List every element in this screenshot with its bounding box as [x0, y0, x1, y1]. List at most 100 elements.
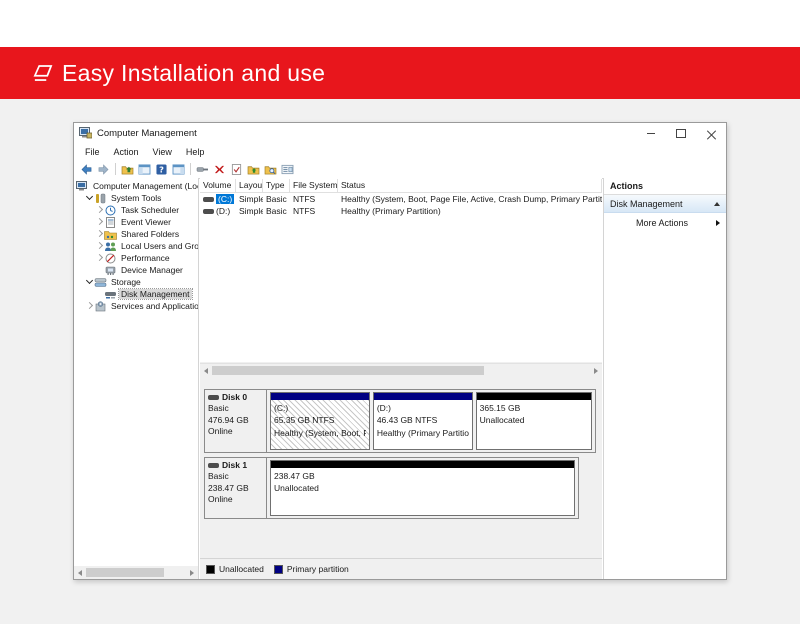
submenu-arrow-icon [716, 220, 720, 226]
menu-view[interactable]: View [146, 147, 179, 157]
partition-size: 365.15 GB [480, 402, 588, 414]
volume-layout: Simple [236, 194, 263, 204]
scroll-right-icon[interactable] [186, 566, 198, 579]
close-button[interactable] [696, 123, 726, 143]
minimize-icon [647, 133, 655, 134]
collapse-icon[interactable] [714, 202, 720, 206]
event-viewer-icon [104, 217, 117, 228]
more-actions-item[interactable]: More Actions [604, 213, 726, 231]
disk-1-label[interactable]: Disk 1 Basic 238.47 GB Online [205, 458, 267, 518]
banner-title: Easy Installation and use [62, 60, 325, 87]
console-tree-pane: Computer Management (Local System Tools … [74, 178, 199, 579]
menu-file[interactable]: File [78, 147, 107, 157]
help-icon[interactable]: ? [154, 162, 169, 176]
volume-status: Healthy (System, Boot, Page File, Active… [338, 194, 602, 204]
chevron-right-icon[interactable] [96, 242, 104, 250]
up-one-level-icon[interactable] [120, 162, 135, 176]
tree-item-system-tools[interactable]: System Tools [74, 192, 198, 204]
legend-label-primary: Primary partition [287, 564, 349, 574]
disk-size: 476.94 GB [208, 415, 263, 426]
forward-icon[interactable] [96, 162, 111, 176]
volume-file-system: NTFS [290, 194, 338, 204]
partition-status: Unallocated [274, 482, 571, 494]
volume-row-d[interactable]: (D:) Simple Basic NTFS Healthy (Primary … [200, 205, 602, 217]
chevron-right-icon[interactable] [96, 218, 104, 226]
storage-icon [94, 277, 107, 288]
minimize-button[interactable] [636, 123, 666, 143]
tree-item-event-viewer[interactable]: Event Viewer [74, 216, 198, 228]
unallocated-region[interactable]: 365.15 GB Unallocated [476, 392, 592, 450]
tree-item-storage[interactable]: Storage [74, 276, 198, 288]
chevron-down-icon[interactable] [86, 194, 94, 202]
actions-group-disk-management[interactable]: Disk Management [604, 195, 726, 213]
show-console-tree-icon[interactable] [137, 162, 152, 176]
volume-type: Basic [263, 194, 290, 204]
chevron-right-icon[interactable] [96, 206, 104, 214]
disk-name: Disk 0 [222, 392, 247, 403]
folder-search-icon[interactable] [263, 162, 278, 176]
expander-spacer [96, 290, 104, 298]
back-icon[interactable] [79, 162, 94, 176]
disk-size: 238.47 GB [208, 483, 263, 494]
folder-up-icon[interactable] [246, 162, 261, 176]
properties-check-icon[interactable] [229, 162, 244, 176]
shared-folders-icon [104, 229, 117, 240]
computer-management-window: Computer Management File Action View Hel… [73, 122, 727, 580]
connect-icon[interactable] [195, 162, 210, 176]
tree-item-services-and-applications[interactable]: Services and Applications [74, 300, 198, 312]
legend-label-unallocated: Unallocated [219, 564, 264, 574]
window-title: Computer Management [97, 128, 636, 139]
disk-state: Online [208, 494, 263, 505]
volume-row-c[interactable]: (C:) Simple Basic NTFS Healthy (System, … [200, 193, 602, 205]
chevron-right-icon[interactable] [96, 254, 104, 262]
tree-item-task-scheduler[interactable]: Task Scheduler [74, 204, 198, 216]
tree-item-performance[interactable]: Performance [74, 252, 198, 264]
chevron-right-icon[interactable] [86, 302, 94, 310]
col-header-status[interactable]: Status [338, 179, 602, 192]
volume-layout: Simple [236, 206, 263, 216]
menu-action[interactable]: Action [107, 147, 146, 157]
disk-icon [208, 463, 219, 468]
col-header-volume[interactable]: Volume [200, 179, 236, 192]
eraser-logo-icon [30, 60, 56, 86]
col-header-layout[interactable]: Layout [236, 179, 263, 192]
unallocated-region[interactable]: 238.47 GB Unallocated [270, 460, 575, 516]
menu-help[interactable]: Help [179, 147, 212, 157]
volume-status: Healthy (Primary Partition) [338, 206, 602, 216]
partition-status: Unallocated [480, 414, 588, 426]
services-applications-icon [94, 301, 107, 312]
chevron-down-icon[interactable] [86, 278, 94, 286]
partition-c[interactable]: (C:) 65.35 GB NTFS Healthy (System, Boot… [270, 392, 370, 450]
tree-horizontal-scrollbar[interactable] [74, 566, 198, 579]
titlebar[interactable]: Computer Management [74, 123, 726, 143]
disk-0-label[interactable]: Disk 0 Basic 476.94 GB Online [205, 390, 267, 452]
partition-title: (C:) [274, 402, 366, 414]
tree-item-device-manager[interactable]: Device Manager [74, 264, 198, 276]
scroll-left-icon[interactable] [74, 566, 86, 579]
col-header-type[interactable]: Type [263, 179, 290, 192]
show-action-pane-icon[interactable] [171, 162, 186, 176]
partition-d[interactable]: (D:) 46.43 GB NTFS Healthy (Primary Part… [373, 392, 473, 450]
chevron-right-icon[interactable] [96, 230, 104, 238]
tree-item-shared-folders[interactable]: Shared Folders [74, 228, 198, 240]
toolbar-separator [190, 163, 191, 175]
disk-0-row: Disk 0 Basic 476.94 GB Online (C:) 65.35… [204, 389, 596, 453]
details-view-icon[interactable] [280, 162, 295, 176]
tree-item-local-users-and-groups[interactable]: Local Users and Groups [74, 240, 198, 252]
volume-list-horizontal-scrollbar[interactable] [200, 363, 602, 377]
svg-text:?: ? [159, 164, 164, 174]
delete-icon[interactable] [212, 162, 227, 176]
partition-status: Healthy (Primary Partition [377, 427, 469, 439]
disk-management-icon [104, 289, 117, 300]
maximize-button[interactable] [666, 123, 696, 143]
partition-size: 65.35 GB NTFS [274, 414, 366, 426]
col-header-file-system[interactable]: File System [290, 179, 338, 192]
disk-management-pane: Volume Layout Type File System Status (C… [200, 178, 602, 579]
tree-item-disk-management[interactable]: Disk Management [74, 288, 198, 300]
disk-icon [208, 395, 219, 400]
volume-name: (C:) [216, 194, 234, 204]
computer-management-icon [76, 181, 89, 192]
tree-item-computer-management[interactable]: Computer Management (Local [74, 180, 198, 192]
close-icon [707, 129, 716, 138]
computer-management-app-icon [79, 127, 92, 139]
